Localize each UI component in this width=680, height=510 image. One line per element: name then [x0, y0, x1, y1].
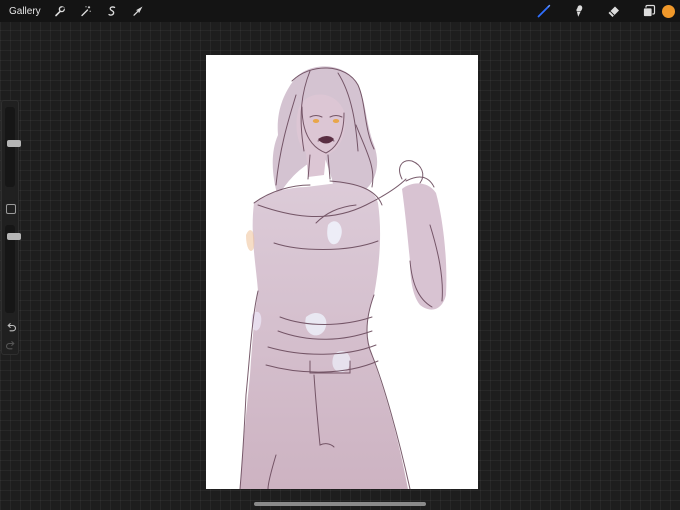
actions-button[interactable] — [49, 0, 71, 22]
current-color-swatch — [661, 4, 675, 18]
redo-icon[interactable] — [5, 339, 17, 351]
undo-icon[interactable] — [5, 321, 17, 333]
toolbar-left: Gallery — [0, 0, 151, 22]
layers-icon — [643, 4, 656, 17]
transform-button[interactable] — [127, 0, 149, 22]
eraser-icon — [608, 6, 619, 17]
transform-icon — [133, 6, 143, 16]
brush-size-slider[interactable] — [5, 107, 21, 187]
smudge-tool-button[interactable] — [568, 0, 590, 22]
opacity-slider[interactable] — [5, 225, 21, 313]
home-indicator — [254, 502, 426, 506]
selection-icon — [108, 6, 115, 16]
gallery-button[interactable]: Gallery — [9, 6, 41, 17]
selection-button[interactable] — [101, 0, 123, 22]
opacity-handle[interactable] — [7, 233, 21, 241]
modify-button[interactable] — [6, 204, 16, 214]
magic-wand-icon — [80, 6, 91, 17]
adjustments-button[interactable] — [75, 0, 97, 22]
eraser-tool-button[interactable] — [603, 0, 625, 22]
wrench-icon — [54, 6, 65, 17]
smudge-icon — [576, 5, 583, 17]
drawing-canvas[interactable] — [206, 55, 478, 489]
artwork-sketch — [239, 66, 447, 489]
color-button[interactable] — [657, 0, 679, 22]
brush-icon — [537, 4, 551, 18]
toolbar-right — [520, 0, 680, 22]
top-toolbar: Gallery — [0, 0, 680, 22]
brush-tool-button[interactable] — [533, 0, 555, 22]
left-sidebar — [1, 100, 21, 355]
procreate-workspace: Gallery — [0, 0, 680, 510]
brush-size-handle[interactable] — [7, 139, 21, 147]
